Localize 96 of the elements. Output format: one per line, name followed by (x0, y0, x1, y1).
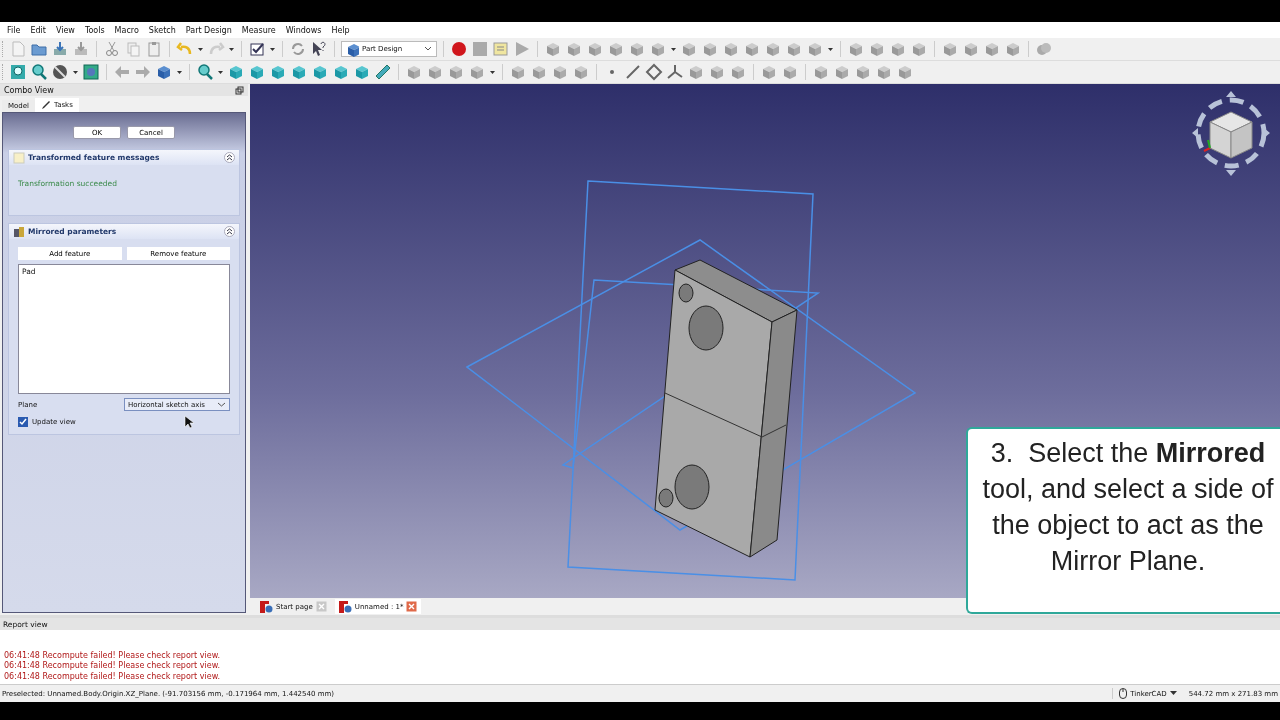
cube-icon[interactable] (353, 63, 371, 81)
cube-icon[interactable] (722, 40, 740, 58)
menu-item[interactable]: Edit (25, 25, 51, 35)
cube-icon[interactable] (447, 63, 465, 81)
paste-icon[interactable] (145, 40, 163, 58)
cube-icon[interactable] (833, 63, 851, 81)
app-logo-icon (338, 600, 352, 613)
menu-item[interactable]: View (50, 25, 80, 35)
cube-icon[interactable] (155, 63, 173, 81)
menu-item[interactable]: Help (326, 25, 355, 35)
stop-icon[interactable] (471, 40, 489, 58)
cube-icon[interactable] (565, 40, 583, 58)
cube-icon[interactable] (332, 63, 350, 81)
menu-item[interactable]: Measure (236, 25, 281, 35)
save-as-icon[interactable] (72, 40, 90, 58)
instruction-callout: 3. Select the Mirrored tool, and select a side of the object to act as the Mirror Plane. (966, 427, 1280, 614)
macro-editor-icon[interactable] (492, 40, 510, 58)
note-icon (13, 151, 25, 164)
close-icon[interactable] (315, 601, 327, 612)
cube-icon[interactable] (572, 63, 590, 81)
cube-icon[interactable] (854, 63, 872, 81)
ruler-icon[interactable] (374, 63, 392, 81)
draw-style-icon[interactable] (51, 63, 69, 81)
play-icon[interactable] (513, 40, 531, 58)
cube-icon[interactable] (764, 40, 782, 58)
cube-icon[interactable] (1004, 40, 1022, 58)
axes-icon[interactable] (666, 63, 684, 81)
log-line: 06:41:48 Recompute failed! Please check report view. (4, 650, 222, 661)
cube-icon[interactable] (781, 63, 799, 81)
collapse-icon[interactable] (224, 226, 235, 237)
menu-item[interactable]: Macro (109, 25, 144, 35)
cube-icon[interactable] (405, 63, 423, 81)
cube-icon[interactable] (729, 63, 747, 81)
menu-item[interactable]: Windows (280, 25, 327, 35)
menu-item[interactable]: File (2, 25, 26, 35)
cube-icon[interactable] (941, 40, 959, 58)
cube-icon[interactable] (551, 63, 569, 81)
spheres-icon[interactable] (1035, 40, 1053, 58)
cube-icon[interactable] (785, 40, 803, 58)
record-icon[interactable] (450, 40, 468, 58)
cube-icon (345, 41, 359, 57)
cube-icon[interactable] (701, 40, 719, 58)
cut-icon[interactable] (103, 40, 121, 58)
cube-icon[interactable] (248, 63, 266, 81)
cube-icon[interactable] (687, 63, 705, 81)
cube-icon[interactable] (743, 40, 761, 58)
cube-icon[interactable] (760, 63, 778, 81)
cube-icon[interactable] (586, 40, 604, 58)
cube-icon[interactable] (962, 40, 980, 58)
cube-icon[interactable] (868, 40, 886, 58)
collapse-icon[interactable] (224, 152, 235, 163)
app-logo-icon (260, 600, 273, 613)
cube-icon[interactable] (889, 40, 907, 58)
cube-icon[interactable] (607, 40, 625, 58)
mirror-icon (13, 225, 25, 238)
cube-icon[interactable] (509, 63, 527, 81)
checklist-icon[interactable] (248, 40, 266, 58)
copy-icon[interactable] (124, 40, 142, 58)
cube-icon[interactable] (847, 40, 865, 58)
document-icon[interactable] (9, 40, 27, 58)
cube-icon[interactable] (530, 63, 548, 81)
zoom-fit-icon[interactable] (9, 63, 27, 81)
panel-title: Combo View (4, 85, 54, 95)
menu-item[interactable]: Tools (79, 25, 110, 35)
mouse-pointer-icon (184, 415, 194, 429)
bounding-box-icon[interactable] (82, 63, 100, 81)
zoom-icon[interactable] (30, 63, 48, 81)
save-icon[interactable] (51, 40, 69, 58)
cube-icon[interactable] (875, 63, 893, 81)
caret-icon (1169, 691, 1177, 696)
cube-icon[interactable] (544, 40, 562, 58)
checkmark-icon (19, 418, 27, 426)
cube-icon[interactable] (426, 63, 444, 81)
plane-icon[interactable] (645, 63, 663, 81)
menu-item[interactable]: Sketch (143, 25, 181, 35)
line-icon[interactable] (624, 63, 642, 81)
mouse-icon (1119, 688, 1128, 699)
cube-icon[interactable] (290, 63, 308, 81)
cube-icon[interactable] (910, 40, 928, 58)
close-icon[interactable] (406, 601, 418, 612)
menu-item[interactable]: Part Design (180, 25, 237, 35)
cube-icon[interactable] (896, 63, 914, 81)
pencil-icon (41, 100, 52, 110)
cube-icon[interactable] (708, 63, 726, 81)
cube-icon[interactable] (628, 40, 646, 58)
cube-icon[interactable] (269, 63, 287, 81)
chevron-down-icon (217, 400, 226, 409)
zoom-icon[interactable] (196, 63, 214, 81)
undock-icon[interactable] (235, 85, 244, 95)
help-pointer-icon[interactable] (310, 40, 328, 58)
cube-icon[interactable] (311, 63, 329, 81)
checkbox[interactable] (18, 417, 28, 427)
log-line: 06:41:48 Recompute failed! Please check report view. (4, 661, 222, 672)
cube-icon[interactable] (812, 63, 830, 81)
cube-icon[interactable] (983, 40, 1001, 58)
log-line: 06:41:48 Recompute failed! Please check report view. (4, 671, 222, 682)
